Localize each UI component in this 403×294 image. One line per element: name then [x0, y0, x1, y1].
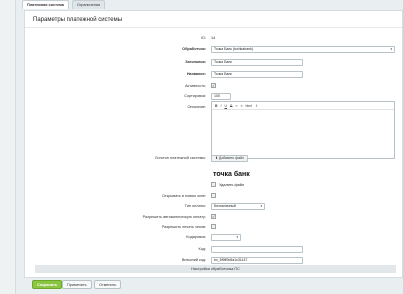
delete-file-checkbox[interactable]: [211, 182, 216, 187]
pay-type-label: Тип оплаты:: [184, 204, 206, 208]
handler-row: Обработчик: Точка Банк (tochkabank) ▾: [25, 45, 402, 53]
ext-code-input[interactable]: bx_5f9ff0b5a1c31147: [211, 257, 303, 264]
apply-button[interactable]: Применить: [62, 280, 92, 289]
chevron-down-icon: ▾: [390, 47, 392, 51]
align-icon[interactable]: ≡: [240, 102, 242, 109]
strike-icon[interactable]: S: [230, 102, 232, 109]
id-row: ID: 14: [25, 34, 402, 42]
chevron-down-icon: ▾: [236, 235, 238, 239]
pay-type-row: Тип оплаты: Безналичный ▾: [25, 202, 402, 210]
logo-row: Логотип платежной системы: ⬆ Добавить фа…: [25, 154, 402, 162]
cashbox-select[interactable]: ▾: [211, 234, 241, 241]
pay-type-select[interactable]: Безналичный ▾: [211, 203, 265, 210]
italic-icon[interactable]: I: [221, 102, 222, 109]
html-icon[interactable]: html: [245, 102, 252, 109]
title-input[interactable]: Точка Банк: [211, 59, 303, 66]
code-label: Код:: [198, 247, 206, 251]
cancel-button[interactable]: Отменить: [94, 280, 122, 289]
new-window-checkbox[interactable]: [211, 193, 216, 198]
name-input[interactable]: Точка Банк: [211, 71, 303, 78]
app-window: Платежная система Ограничения Параметры …: [0, 0, 403, 294]
settings-panel: Параметры платежной системы ID: 14 Обраб…: [24, 10, 403, 278]
id-value: 14: [211, 36, 216, 40]
add-file-label: Добавить файл: [218, 156, 245, 160]
sort-label: Сортировка:: [184, 94, 206, 98]
underline-icon[interactable]: U: [225, 102, 228, 109]
desc-label: Описание:: [187, 105, 206, 109]
new-window-label: Открывать в новом окне:: [161, 194, 206, 198]
auto-pay-row: Разрешить автоматическую оплату: ✓: [25, 213, 402, 221]
chevron-down-icon: ▾: [260, 204, 262, 208]
code-row: Код:: [25, 245, 402, 253]
panel-title: Параметры платежной системы: [33, 17, 123, 23]
title-row: Заголовок: Точка Банк: [25, 58, 402, 66]
auto-pay-label: Разрешить автоматическую оплату:: [142, 215, 206, 219]
name-row: Название: Точка Банк: [25, 70, 402, 78]
logo-label: Логотип платежной системы:: [154, 156, 206, 160]
handler-label: Обработчик:: [182, 47, 206, 51]
print-label: Разрешить печать чеков:: [161, 225, 206, 229]
print-checkbox[interactable]: [211, 224, 216, 229]
divider: [25, 27, 402, 28]
name-label: Название:: [186, 72, 206, 76]
pay-type-value: Безналичный: [214, 204, 236, 208]
tab-bar: Платежная система Ограничения: [22, 0, 106, 10]
title-label: Заголовок:: [185, 60, 206, 64]
sort-input[interactable]: 100: [211, 93, 231, 100]
cashbox-row: Кодировка: ▾: [25, 233, 402, 241]
list-icon[interactable]: ≡: [235, 102, 237, 109]
tab-payment-system[interactable]: Платежная система: [22, 0, 69, 9]
ext-code-row: Внешний код: bx_5f9ff0b5a1c31147: [25, 256, 402, 264]
editor-toolbar: B I U S ≡ ≡ html ⇧: [212, 102, 394, 110]
ext-code-label: Внешний код:: [181, 258, 206, 262]
active-row: Активность: ✓: [25, 82, 402, 90]
fullscreen-icon[interactable]: ⇧: [255, 102, 258, 109]
id-label: ID:: [201, 36, 206, 40]
code-input[interactable]: [211, 246, 303, 253]
auto-pay-checkbox[interactable]: ✓: [211, 214, 216, 219]
delete-file-label: Удалить файл: [219, 183, 245, 187]
left-sidebar: [0, 0, 16, 294]
delete-file-row: Удалить файл: [25, 181, 402, 189]
add-file-button[interactable]: ⬆ Добавить файл: [211, 155, 249, 162]
tab-restrictions[interactable]: Ограничения: [71, 0, 106, 9]
sort-row: Сортировка: 100: [25, 92, 402, 100]
handler-select[interactable]: Точка Банк (tochkabank) ▾: [211, 46, 395, 53]
handler-settings-header[interactable]: Настройка обработчика ПС: [35, 265, 396, 273]
cashbox-label: Кодировка:: [186, 235, 206, 239]
active-label: Активность:: [185, 84, 206, 88]
handler-select-value: Точка Банк (tochkabank): [214, 47, 253, 51]
print-row: Разрешить печать чеков:: [25, 223, 402, 231]
logo-image: точка банк: [213, 171, 250, 178]
bold-icon[interactable]: B: [215, 102, 218, 109]
active-checkbox[interactable]: ✓: [211, 83, 216, 88]
new-window-row: Открывать в новом окне:: [25, 192, 402, 200]
save-button[interactable]: Сохранить: [32, 280, 63, 289]
action-bar: Сохранить Применить Отменить: [24, 278, 403, 294]
description-editor[interactable]: B I U S ≡ ≡ html ⇧: [211, 101, 395, 159]
